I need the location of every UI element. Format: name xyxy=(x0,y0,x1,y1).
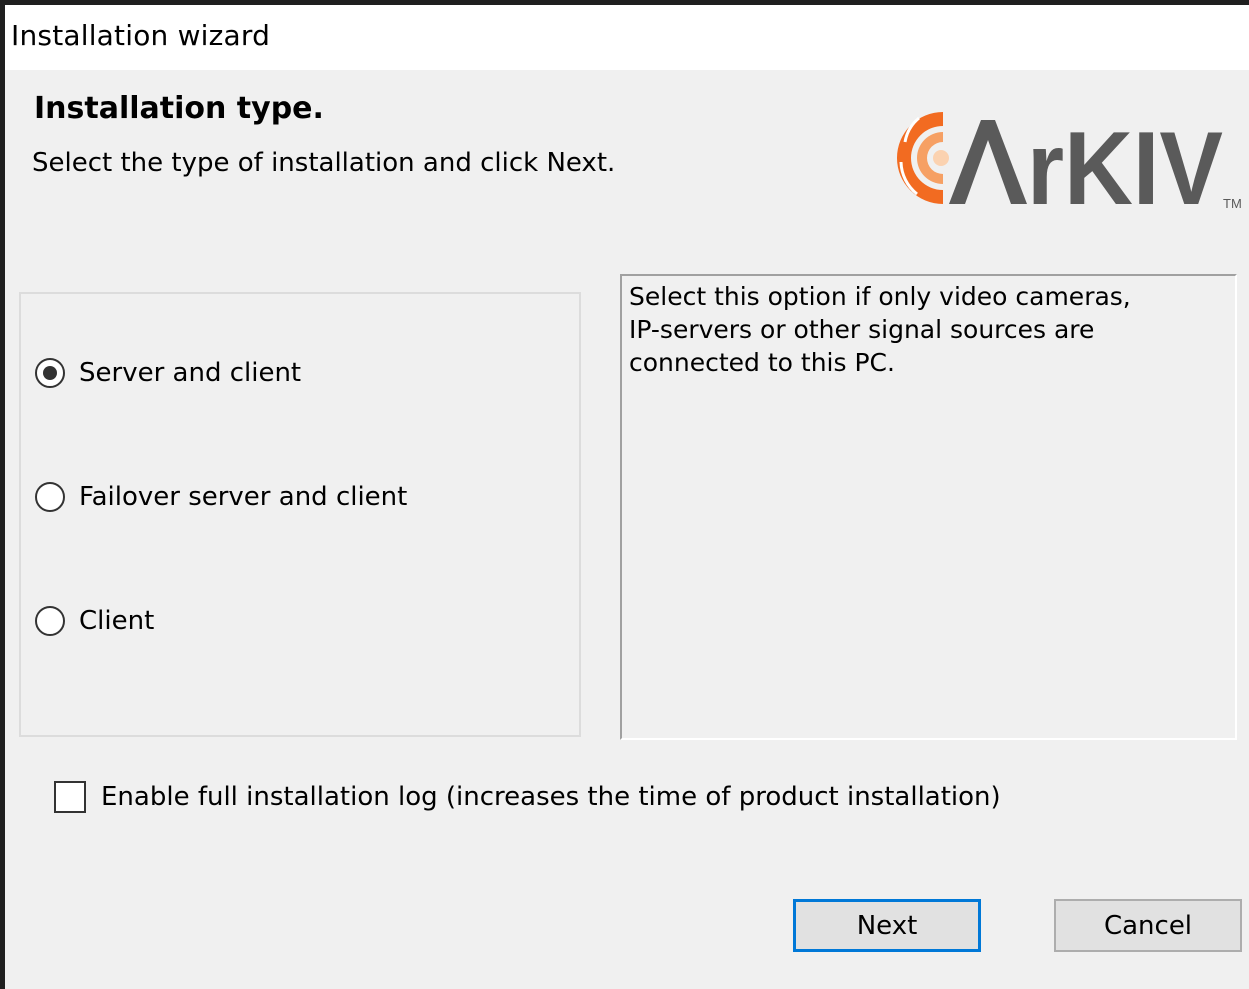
option-label: Server and client xyxy=(79,358,302,388)
arkiv-logo-wordmark: rKIV xyxy=(1027,111,1223,218)
arkiv-logo-tm: TM xyxy=(1223,196,1242,211)
option-server-and-client[interactable]: Server and client xyxy=(35,358,301,388)
option-description-text: Select this option if only video cameras… xyxy=(629,282,1131,377)
installation-type-group: Server and client Failover server and cl… xyxy=(19,292,581,737)
installation-wizard-window: Installation wizard Installation type. S… xyxy=(5,5,1249,989)
option-label: Failover server and client xyxy=(79,482,408,512)
option-failover-server-and-client[interactable]: Failover server and client xyxy=(35,482,407,512)
radio-unchecked-icon[interactable] xyxy=(35,482,65,512)
arkiv-logo-mark-icon xyxy=(896,112,949,204)
title-bar: Installation wizard xyxy=(5,5,1249,70)
page-heading: Installation type. xyxy=(34,91,324,126)
option-client[interactable]: Client xyxy=(35,606,154,636)
page-subheading: Select the type of installation and clic… xyxy=(32,148,616,178)
option-description-box: Select this option if only video cameras… xyxy=(620,274,1237,740)
option-label: Client xyxy=(79,606,155,636)
checkbox-unchecked-icon[interactable] xyxy=(54,781,86,813)
arkiv-logo-letter-a xyxy=(949,120,1027,204)
enable-full-log-label: Enable full installation log (increases … xyxy=(101,782,1001,812)
next-button[interactable]: Next xyxy=(793,899,981,952)
cancel-button[interactable]: Cancel xyxy=(1054,899,1242,952)
arkiv-logo: rKIV TM xyxy=(896,111,1242,218)
enable-full-log-option[interactable]: Enable full installation log (increases … xyxy=(54,781,1001,813)
radio-unchecked-icon[interactable] xyxy=(35,606,65,636)
window-title: Installation wizard xyxy=(11,19,271,52)
radio-checked-icon[interactable] xyxy=(35,358,65,388)
